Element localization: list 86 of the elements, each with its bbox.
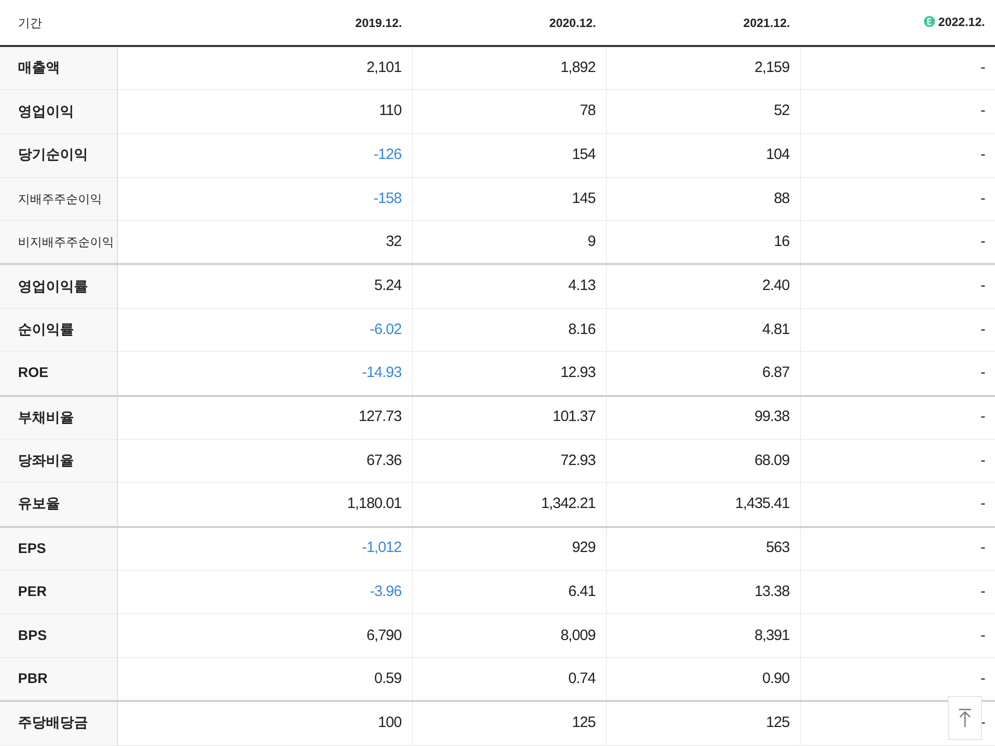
table-cell: 67.36 <box>366 452 402 469</box>
table-cell: 110 <box>379 102 402 120</box>
table-cell: 4.81 <box>762 320 790 338</box>
table-cell: 0.74 <box>568 670 596 687</box>
table-cell: 929 <box>572 539 596 556</box>
table-cell: 32 <box>386 233 402 250</box>
table-cell: -158 <box>373 190 402 207</box>
table-cell: 1,435.41 <box>735 495 790 512</box>
table-cell: 13.38 <box>754 582 790 600</box>
table-cell: 101.37 <box>552 408 596 426</box>
row-label: 매출액 <box>18 59 60 76</box>
table-cell: 104 <box>766 146 790 163</box>
table-cell: - <box>980 102 985 120</box>
table-cell: 68.09 <box>754 452 790 469</box>
table-cell: 6.41 <box>568 582 596 600</box>
table-cell: 125 <box>572 714 596 732</box>
row-label: 영업이익률 <box>18 278 88 294</box>
row-label: 지배주주순이익 <box>18 192 102 206</box>
table-cell: 6.87 <box>762 364 790 382</box>
table-cell: - <box>980 364 985 382</box>
column-header: 2019.12. <box>355 14 402 32</box>
table-cell: -3.96 <box>370 582 402 600</box>
table-cell: 2,159 <box>754 58 790 76</box>
table-cell: - <box>980 582 985 600</box>
table-cell: 6,790 <box>366 626 402 644</box>
table-cell: - <box>980 495 985 512</box>
row-label: 부채비율 <box>18 408 74 425</box>
column-header: 2020.12. <box>549 14 596 32</box>
row-label: 유보율 <box>18 495 60 512</box>
table-cell: 100 <box>378 714 402 732</box>
table-cell: - <box>980 320 985 338</box>
table-cell: - <box>980 190 985 207</box>
table-cell: 4.13 <box>568 277 596 294</box>
table-cell: - <box>980 670 985 687</box>
table-cell: 1,892 <box>560 58 596 76</box>
column-header: 2021.12. <box>743 14 790 32</box>
table-cell: - <box>980 539 985 556</box>
row-label: BPS <box>18 626 47 643</box>
table-cell: 52 <box>774 102 790 120</box>
table-cell: 1,180.01 <box>347 495 402 512</box>
table-cell: 16 <box>774 233 790 250</box>
table-cell: 563 <box>766 539 790 556</box>
row-label: EPS <box>18 540 46 556</box>
table-cell: - <box>980 408 985 426</box>
row-label: 비지배주주순이익 <box>18 235 114 250</box>
table-cell: 8,391 <box>754 626 790 644</box>
table-cell: - <box>980 58 985 76</box>
table-cell: 127.73 <box>358 408 402 426</box>
row-label: 순이익률 <box>18 320 74 337</box>
row-label: PBR <box>18 670 48 686</box>
table-cell: - <box>980 233 985 250</box>
column-header: 2022.12. <box>938 14 985 31</box>
table-cell: 2,101 <box>366 58 402 76</box>
table-cell: -1,012 <box>362 539 402 556</box>
table-cell: - <box>980 452 985 469</box>
table-cell: 99.38 <box>754 408 790 426</box>
row-label: 당좌비율 <box>18 452 74 468</box>
row-label: 당기순이익 <box>18 146 88 162</box>
table-cell: 154 <box>572 146 596 163</box>
table-cell: 78 <box>580 102 596 120</box>
table-cell: 8.16 <box>568 320 596 338</box>
table-cell: - <box>980 146 985 163</box>
table-cell: -14.93 <box>362 364 402 382</box>
table-cell: - <box>980 277 985 294</box>
row-label: ROE <box>18 364 48 380</box>
table-cell: 145 <box>572 190 596 207</box>
table-cell: 2.40 <box>762 277 790 294</box>
row-label: PER <box>18 583 47 600</box>
scroll-top-button[interactable] <box>948 696 982 740</box>
row-label: 주당배당금 <box>18 714 88 730</box>
table-cell: -6.02 <box>370 320 402 338</box>
table-cell: 5.24 <box>374 277 402 294</box>
table-cell: 125 <box>766 714 790 732</box>
table-cell: 1,342.21 <box>541 495 596 512</box>
arrow-up-icon <box>958 708 972 728</box>
table-cell: 88 <box>774 190 790 207</box>
column-header: 기간 <box>18 14 42 32</box>
table-cell: - <box>980 626 985 644</box>
table-cell: 8,009 <box>560 626 596 644</box>
table-cell: 0.59 <box>374 670 402 687</box>
table-cell: -126 <box>373 146 402 163</box>
row-label: 영업이익 <box>18 102 74 119</box>
table-cell: 12.93 <box>560 364 596 382</box>
table-cell: 9 <box>588 233 596 250</box>
table-cell: 0.90 <box>762 670 790 687</box>
table-cell: 72.93 <box>560 452 596 469</box>
